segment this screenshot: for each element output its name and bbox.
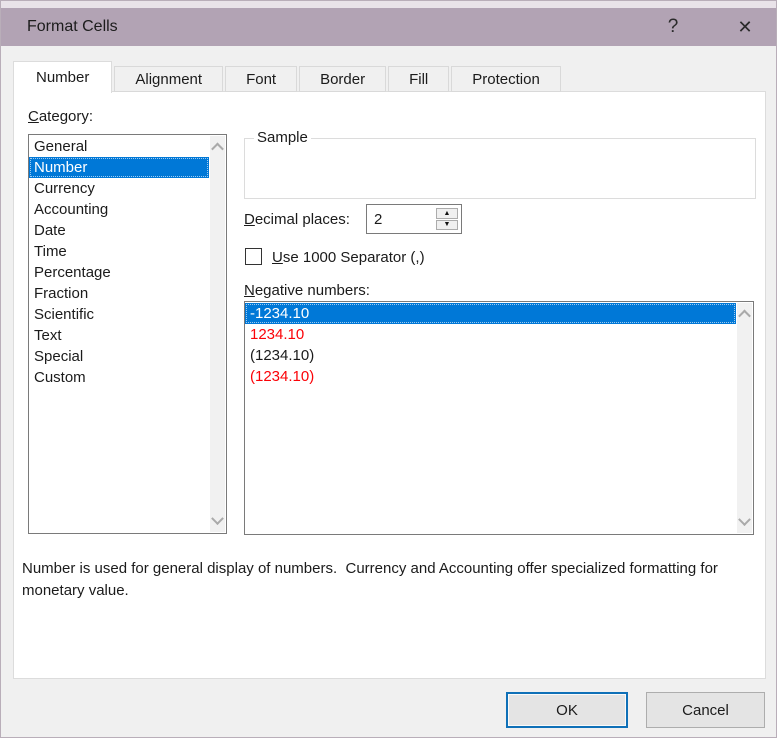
category-label-rest: ategory: [38, 108, 94, 125]
negative-item[interactable]: (1234.10) [245, 366, 736, 387]
tab-label: Protection [472, 70, 540, 88]
scroll-down-button[interactable] [210, 511, 225, 529]
spin-down-button[interactable]: ▼ [436, 219, 458, 230]
category-scrollbar[interactable] [210, 136, 225, 532]
window-title: Format Cells [27, 18, 118, 35]
negative-numbers-listbox: -1234.10 1234.10 (1234.10) (1234.10) [244, 301, 754, 535]
ok-button-label: OK [556, 701, 578, 719]
sample-group-label: Sample [254, 129, 311, 146]
tab-alignment[interactable]: Alignment [114, 66, 224, 92]
scroll-down-button[interactable] [737, 512, 752, 530]
category-description-text: Number is used for general display of nu… [22, 560, 723, 599]
negative-label-accel: N [244, 282, 255, 299]
thousand-separator-checkbox[interactable] [245, 248, 262, 265]
decimal-places-label: Decimal places: [244, 211, 350, 228]
chevron-down-icon [738, 512, 751, 526]
tab-border[interactable]: Border [299, 66, 387, 92]
category-item[interactable]: General [29, 136, 209, 157]
close-icon: ✕ [737, 16, 753, 37]
negative-scrollbar[interactable] [737, 303, 752, 533]
tab-label: Alignment [135, 70, 203, 88]
ok-button[interactable]: OK [506, 692, 628, 728]
scroll-up-button[interactable] [210, 139, 225, 155]
separator-label-accel: U [272, 249, 283, 266]
chevron-up-icon [738, 309, 751, 322]
tab-fill[interactable]: Fill [388, 66, 450, 92]
help-button[interactable]: ? [653, 8, 693, 46]
tab-number[interactable]: Number [13, 61, 113, 93]
decimal-places-input[interactable]: 2 ▲ ▼ [366, 204, 462, 234]
category-label-accel: C [28, 108, 39, 125]
category-list-rows: General Number Currency Accounting Date … [29, 136, 209, 388]
category-item[interactable]: Custom [29, 367, 209, 388]
category-listbox: General Number Currency Accounting Date … [28, 134, 227, 534]
chevron-up-icon [211, 142, 224, 155]
tab-label: Font [246, 70, 277, 88]
chevron-down-icon [211, 511, 224, 525]
cancel-button-label: Cancel [682, 701, 729, 719]
close-button[interactable]: ✕ [722, 8, 768, 46]
negative-item[interactable]: 1234.10 [245, 324, 736, 345]
window-top-edge [1, 1, 776, 8]
category-item[interactable]: Currency [29, 178, 209, 199]
category-item[interactable]: Date [29, 220, 209, 241]
negative-label-rest: egative numbers: [254, 282, 370, 299]
category-item[interactable]: Percentage [29, 262, 209, 283]
category-item[interactable]: Scientific [29, 304, 209, 325]
number-tab-page: Category: General Number Currency Accoun… [13, 91, 766, 679]
category-label: Category: [28, 108, 93, 125]
category-item[interactable]: Accounting [29, 199, 209, 220]
tab-label: Number [36, 69, 90, 86]
tab-label: Fill [409, 70, 429, 88]
category-item[interactable]: Time [29, 241, 209, 262]
category-item[interactable]: Text [29, 325, 209, 346]
tab-font[interactable]: Font [225, 66, 298, 92]
decimal-places-value: 2 [374, 210, 383, 228]
help-icon: ? [667, 16, 679, 37]
negative-item[interactable]: (1234.10) [245, 345, 736, 366]
tab-bar: Number Alignment Font Border Fill Protec… [13, 61, 563, 93]
format-cells-dialog: Format Cells ? ✕ Number Alignment Font B… [0, 0, 777, 738]
down-arrow-icon: ▼ [443, 221, 451, 229]
category-item[interactable]: Special [29, 346, 209, 367]
decimal-label-rest: ecimal places: [254, 211, 350, 228]
decimal-label-accel: D [244, 211, 255, 228]
sample-groupbox: Sample [244, 129, 756, 199]
spin-up-button[interactable]: ▲ [436, 208, 458, 219]
thousand-separator-label[interactable]: Use 1000 Separator (,) [272, 249, 425, 266]
tab-protection[interactable]: Protection [451, 66, 561, 92]
category-item-selected[interactable]: Number [29, 157, 209, 178]
decimal-places-stepper: ▲ ▼ [436, 208, 458, 230]
separator-label-rest: se 1000 Separator (,) [282, 249, 425, 266]
negative-list-rows: -1234.10 1234.10 (1234.10) (1234.10) [245, 303, 736, 387]
scroll-up-button[interactable] [737, 306, 752, 322]
tab-label: Border [320, 70, 366, 88]
negative-item-selected[interactable]: -1234.10 [245, 303, 736, 324]
up-arrow-icon: ▲ [443, 209, 451, 217]
negative-numbers-label: Negative numbers: [244, 282, 370, 299]
category-item[interactable]: Fraction [29, 283, 209, 304]
cancel-button[interactable]: Cancel [646, 692, 765, 728]
